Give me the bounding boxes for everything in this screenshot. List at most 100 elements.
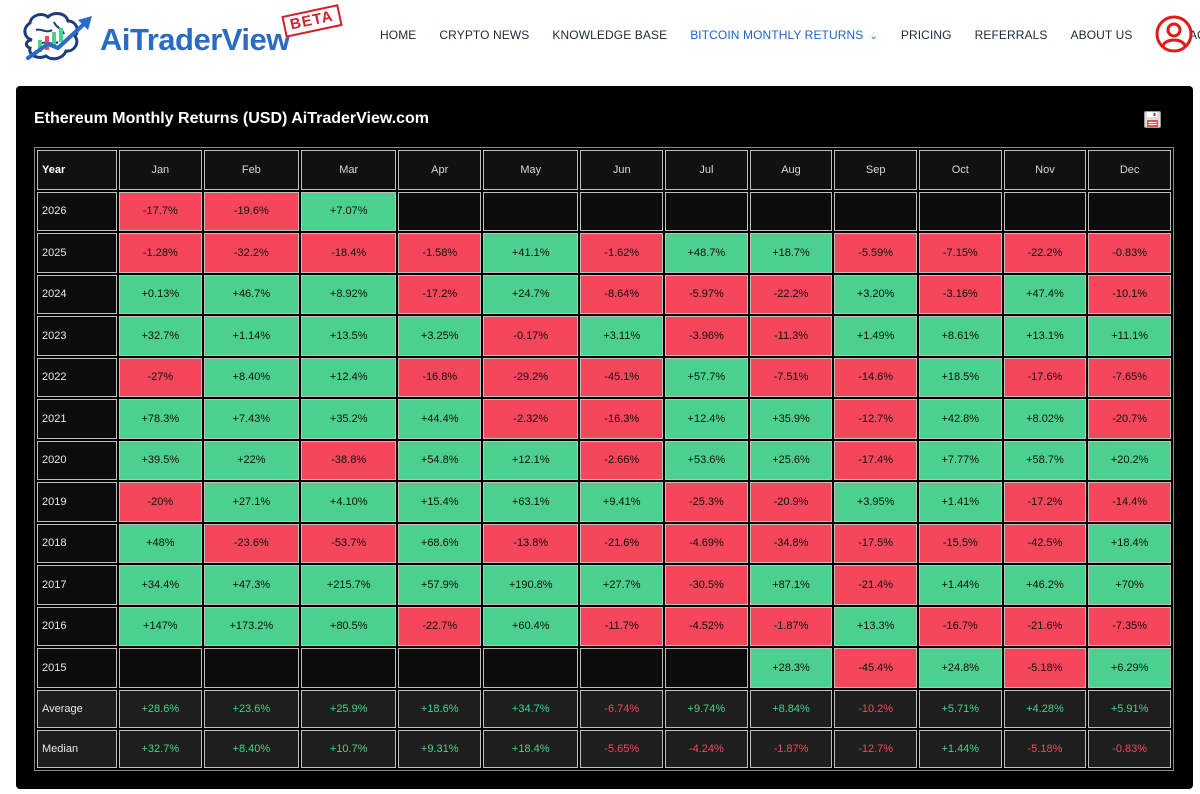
panel-title: Ethereum Monthly Returns (USD) AiTraderV… xyxy=(34,110,430,127)
site-logo[interactable]: AiTraderView BETA xyxy=(18,4,348,68)
return-cell: -11.3% xyxy=(749,316,833,356)
return-cell: +41.1% xyxy=(483,233,579,273)
table-body: 2026 -17.7% -19.6% +7.07% 2025 -1.28% -32.2% -1… xyxy=(37,191,1171,768)
stat-cell: +4.28% xyxy=(1003,689,1087,728)
nav-item-label: HOME xyxy=(380,28,417,42)
return-cell: +60.4% xyxy=(483,606,579,646)
return-cell: +173.2% xyxy=(203,606,300,646)
return-cell: +3.20% xyxy=(834,274,917,314)
nav-item-label: CRYPTO NEWS xyxy=(439,28,530,42)
return-cell: +8.92% xyxy=(301,274,397,314)
nav-item-pricing[interactable]: PRICING xyxy=(901,28,952,42)
table-row: 2022 -27% +8.40% +12.4% -16.8% -29.2% -45.1% +5… xyxy=(37,357,1171,397)
return-cell: +147% xyxy=(119,606,202,646)
return-cell: -23.6% xyxy=(203,523,300,563)
return-cell: +27.1% xyxy=(203,482,300,522)
table-row: 2021 +78.3% +7.43% +35.2% +44.4% -2.32% -16.3%… xyxy=(37,399,1171,439)
return-cell: +87.1% xyxy=(749,565,833,605)
return-cell: -30.5% xyxy=(665,565,748,605)
return-cell: – xyxy=(203,648,300,688)
return-cell: +7.77% xyxy=(918,440,1002,480)
stat-cell: -5.65% xyxy=(580,729,664,768)
nav-item-label: KNOWLEDGE BASE xyxy=(552,28,668,42)
return-cell: – xyxy=(580,648,664,688)
return-cell: -13.8% xyxy=(483,523,579,563)
return-cell: -1.28% xyxy=(119,233,202,273)
return-cell: +57.7% xyxy=(665,357,748,397)
return-cell: -22.2% xyxy=(1003,233,1087,273)
return-cell: -8.64% xyxy=(580,274,664,314)
table-header-row: Year Jan Feb Mar Apr May Jun Jul Aug Sep Oct Nov Dec xyxy=(37,150,1171,190)
return-cell: +47.4% xyxy=(1003,274,1087,314)
logo-text-traderview: TraderView xyxy=(130,22,290,57)
table-row: 2016 +147% +173.2% +80.5% -22.7% +60.4% -11.7%… xyxy=(37,606,1171,646)
return-cell: +70% xyxy=(1088,565,1171,605)
return-cell: +3.95% xyxy=(834,482,917,522)
year-cell: 2024 xyxy=(37,274,117,314)
return-cell: -17.7% xyxy=(119,191,202,231)
stat-row-average: Average +28.6% +23.6% +25.9% +18.6% +34.7% -6.… xyxy=(37,689,1171,728)
year-cell: 2018 xyxy=(37,523,117,563)
return-cell: – xyxy=(119,648,202,688)
return-cell: +13.3% xyxy=(834,606,917,646)
column-header-month: Sep xyxy=(834,150,917,190)
beta-badge: BETA xyxy=(281,4,343,38)
nav-item-referrals[interactable]: REFERRALS xyxy=(975,28,1048,42)
return-cell: -21.6% xyxy=(580,523,664,563)
column-header-month: Jul xyxy=(665,150,748,190)
year-cell: 2025 xyxy=(37,233,117,273)
return-cell: -25.3% xyxy=(665,482,748,522)
floppy-disk-icon[interactable] xyxy=(1144,111,1161,128)
nav-item-home[interactable]: HOME xyxy=(380,28,416,42)
return-cell: -14.4% xyxy=(1088,482,1171,522)
return-cell: -2.66% xyxy=(580,440,664,480)
return-cell xyxy=(398,191,482,231)
stat-cell: +5.71% xyxy=(918,689,1002,728)
return-cell: -3.96% xyxy=(665,316,748,356)
return-cell: – xyxy=(665,648,748,688)
nav-item-label: REFERRALS xyxy=(974,28,1048,42)
return-cell: +1.49% xyxy=(834,316,917,356)
return-cell: +28.3% xyxy=(749,648,833,688)
stat-cell: +34.7% xyxy=(483,689,579,728)
return-cell: +63.1% xyxy=(483,482,579,522)
column-header-month: Feb xyxy=(203,150,300,190)
user-circle-icon[interactable] xyxy=(1155,15,1193,53)
return-cell: – xyxy=(483,648,579,688)
stat-cell: +32.7% xyxy=(119,729,202,768)
return-cell: +46.2% xyxy=(1003,565,1087,605)
table-row: 2020 +39.5% +22% -38.8% +54.8% +12.1% -2.66% +5… xyxy=(37,440,1171,480)
return-cell: +8.40% xyxy=(203,357,300,397)
stat-cell: +18.4% xyxy=(483,729,579,768)
return-cell: +18.4% xyxy=(1088,523,1171,563)
nav-item-crypto-news[interactable]: CRYPTO NEWS xyxy=(439,28,529,42)
stat-cell: -5.18% xyxy=(1003,729,1087,768)
return-cell: +32.7% xyxy=(119,316,202,356)
return-cell: -7.35% xyxy=(1088,606,1171,646)
return-cell: +3.11% xyxy=(580,316,664,356)
return-cell: +20.2% xyxy=(1088,440,1171,480)
monthly-returns-table: Year Jan Feb Mar Apr May Jun Jul Aug Sep Oct Nov Dec… xyxy=(34,147,1174,771)
brain-chart-logo-icon xyxy=(23,12,92,61)
return-cell: -21.6% xyxy=(1003,606,1087,646)
stat-cell: -1.87% xyxy=(749,729,833,768)
return-cell: -17.4% xyxy=(834,440,917,480)
return-cell: -10.1% xyxy=(1088,274,1171,314)
return-cell: +12.4% xyxy=(665,399,748,439)
main-nav: HOME CRYPTO NEWS KNOWLEDGE BASE BITCOIN MON… xyxy=(380,24,1200,46)
nav-item-knowledge-base[interactable]: KNOWLEDGE BASE xyxy=(552,28,667,42)
nav-item-label: BITCOIN MONTHLY RETURNS xyxy=(690,28,864,42)
year-cell: 2017 xyxy=(37,565,117,605)
return-cell: +18.7% xyxy=(749,233,833,273)
return-cell: -45.1% xyxy=(580,357,664,397)
return-cell: +27.7% xyxy=(580,565,664,605)
return-cell: -5.59% xyxy=(834,233,917,273)
return-cell: +4.10% xyxy=(301,482,397,522)
nav-item-about-us[interactable]: ABOUT US xyxy=(1071,28,1133,42)
nav-item-bitcoin-monthly-returns[interactable]: BITCOIN MONTHLY RETURNS ⌄ xyxy=(690,28,878,42)
return-cell: +215.7% xyxy=(301,565,397,605)
return-cell: +0.13% xyxy=(119,274,202,314)
return-cell: -34.8% xyxy=(749,523,833,563)
return-cell: -27% xyxy=(119,357,202,397)
return-cell: +13.1% xyxy=(1003,316,1087,356)
